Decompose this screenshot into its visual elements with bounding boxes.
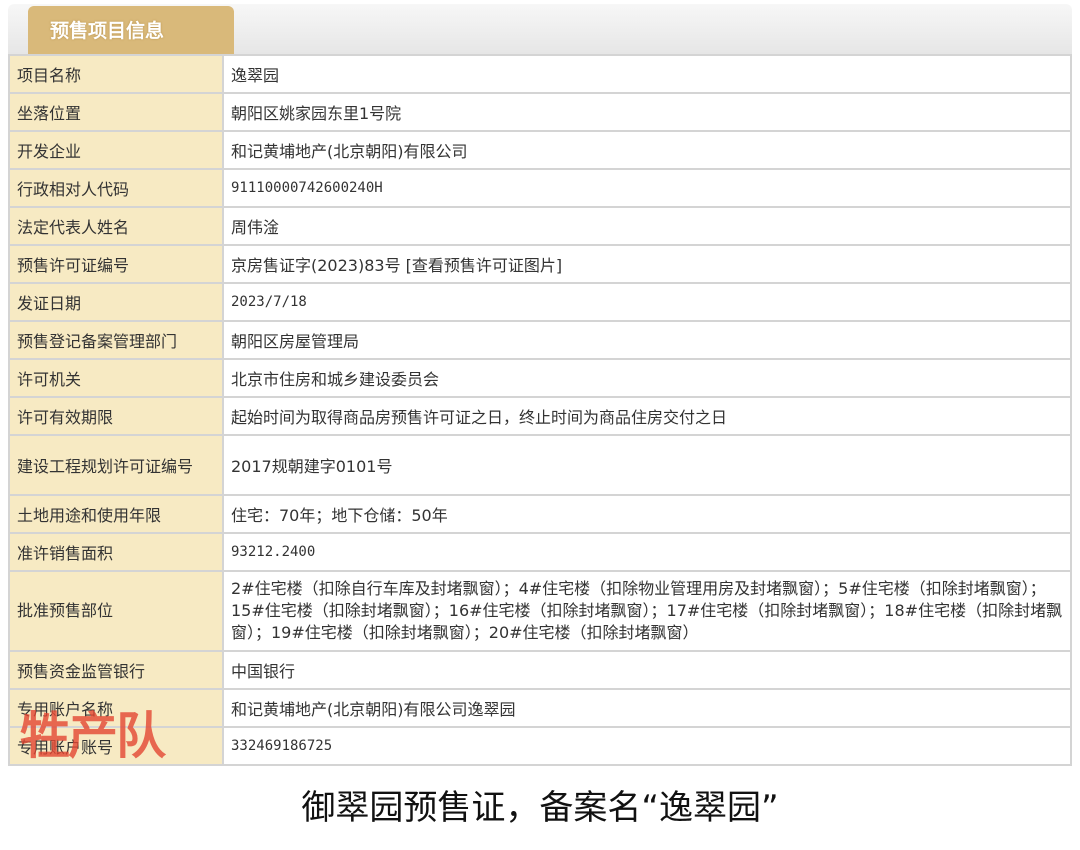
field-label: 发证日期 bbox=[8, 282, 224, 322]
table-row: 项目名称 逸翠园 bbox=[8, 54, 1072, 94]
table-row: 坐落位置 朝阳区姚家园东里1号院 bbox=[8, 92, 1072, 132]
table-row: 土地用途和使用年限 住宅：70年；地下仓储：50年 bbox=[8, 494, 1072, 534]
field-value: 住宅：70年；地下仓储：50年 bbox=[222, 494, 1072, 534]
table-row: 预售登记备案管理部门 朝阳区房屋管理局 bbox=[8, 320, 1072, 360]
field-value: 朝阳区姚家园东里1号院 bbox=[222, 92, 1072, 132]
field-label: 坐落位置 bbox=[8, 92, 224, 132]
field-label: 许可有效期限 bbox=[8, 396, 224, 436]
table-row: 许可有效期限 起始时间为取得商品房预售许可证之日，终止时间为商品住房交付之日 bbox=[8, 396, 1072, 436]
field-value: 朝阳区房屋管理局 bbox=[222, 320, 1072, 360]
table-row: 专用账户账号 332469186725 bbox=[8, 726, 1072, 766]
field-value: 周伟淦 bbox=[222, 206, 1072, 246]
field-value: 和记黄埔地产(北京朝阳)有限公司逸翠园 bbox=[222, 688, 1072, 728]
table-row: 开发企业 和记黄埔地产(北京朝阳)有限公司 bbox=[8, 130, 1072, 170]
field-label: 准许销售面积 bbox=[8, 532, 224, 572]
table-row: 预售许可证编号 京房售证字(2023)83号 [查看预售许可证图片] bbox=[8, 244, 1072, 284]
table-row: 批准预售部位 2#住宅楼（扣除自行车库及封堵飘窗）；4#住宅楼（扣除物业管理用房及… bbox=[8, 570, 1072, 652]
table-row: 建设工程规划许可证编号 2017规朝建字0101号 bbox=[8, 434, 1072, 496]
field-label: 开发企业 bbox=[8, 130, 224, 170]
table-row: 许可机关 北京市住房和城乡建设委员会 bbox=[8, 358, 1072, 398]
field-value: 起始时间为取得商品房预售许可证之日，终止时间为商品住房交付之日 bbox=[222, 396, 1072, 436]
field-label: 预售登记备案管理部门 bbox=[8, 320, 224, 360]
table-row: 法定代表人姓名 周伟淦 bbox=[8, 206, 1072, 246]
table-row: 行政相对人代码 91110000742600240H bbox=[8, 168, 1072, 208]
table-row: 发证日期 2023/7/18 bbox=[8, 282, 1072, 322]
field-value[interactable]: 京房售证字(2023)83号 [查看预售许可证图片] bbox=[222, 244, 1072, 284]
section-header: 预售项目信息 bbox=[8, 4, 1072, 56]
field-value: 和记黄埔地产(北京朝阳)有限公司 bbox=[222, 130, 1072, 170]
info-table: 项目名称 逸翠园 坐落位置 朝阳区姚家园东里1号院 开发企业 和记黄埔地产(北京朝阳)有限… bbox=[8, 54, 1072, 766]
field-value: 332469186725 bbox=[222, 726, 1072, 766]
field-label: 预售资金监管银行 bbox=[8, 650, 224, 690]
field-value: 逸翠园 bbox=[222, 54, 1072, 94]
field-label: 项目名称 bbox=[8, 54, 224, 94]
field-value: 中国银行 bbox=[222, 650, 1072, 690]
field-value: 北京市住房和城乡建设委员会 bbox=[222, 358, 1072, 398]
field-value: 2023/7/18 bbox=[222, 282, 1072, 322]
table-row: 准许销售面积 93212.2400 bbox=[8, 532, 1072, 572]
field-value: 93212.2400 bbox=[222, 532, 1072, 572]
field-label: 许可机关 bbox=[8, 358, 224, 398]
tab-presale-project-info[interactable]: 预售项目信息 bbox=[28, 6, 234, 56]
field-label: 行政相对人代码 bbox=[8, 168, 224, 208]
field-label: 法定代表人姓名 bbox=[8, 206, 224, 246]
field-label: 批准预售部位 bbox=[8, 570, 224, 652]
field-label: 建设工程规划许可证编号 bbox=[8, 434, 224, 496]
field-value: 2#住宅楼（扣除自行车库及封堵飘窗）；4#住宅楼（扣除物业管理用房及封堵飘窗）；… bbox=[222, 570, 1072, 652]
field-label: 预售许可证编号 bbox=[8, 244, 224, 284]
field-value: 2017规朝建字0101号 bbox=[222, 434, 1072, 496]
table-row: 专用账户名称 和记黄埔地产(北京朝阳)有限公司逸翠园 bbox=[8, 688, 1072, 728]
watermark: 牲产队 bbox=[20, 707, 166, 765]
caption: 御翠园预售证，备案名“逸翠园” bbox=[301, 788, 779, 828]
field-value: 91110000742600240H bbox=[222, 168, 1072, 208]
field-label: 土地用途和使用年限 bbox=[8, 494, 224, 534]
table-row: 预售资金监管银行 中国银行 bbox=[8, 650, 1072, 690]
